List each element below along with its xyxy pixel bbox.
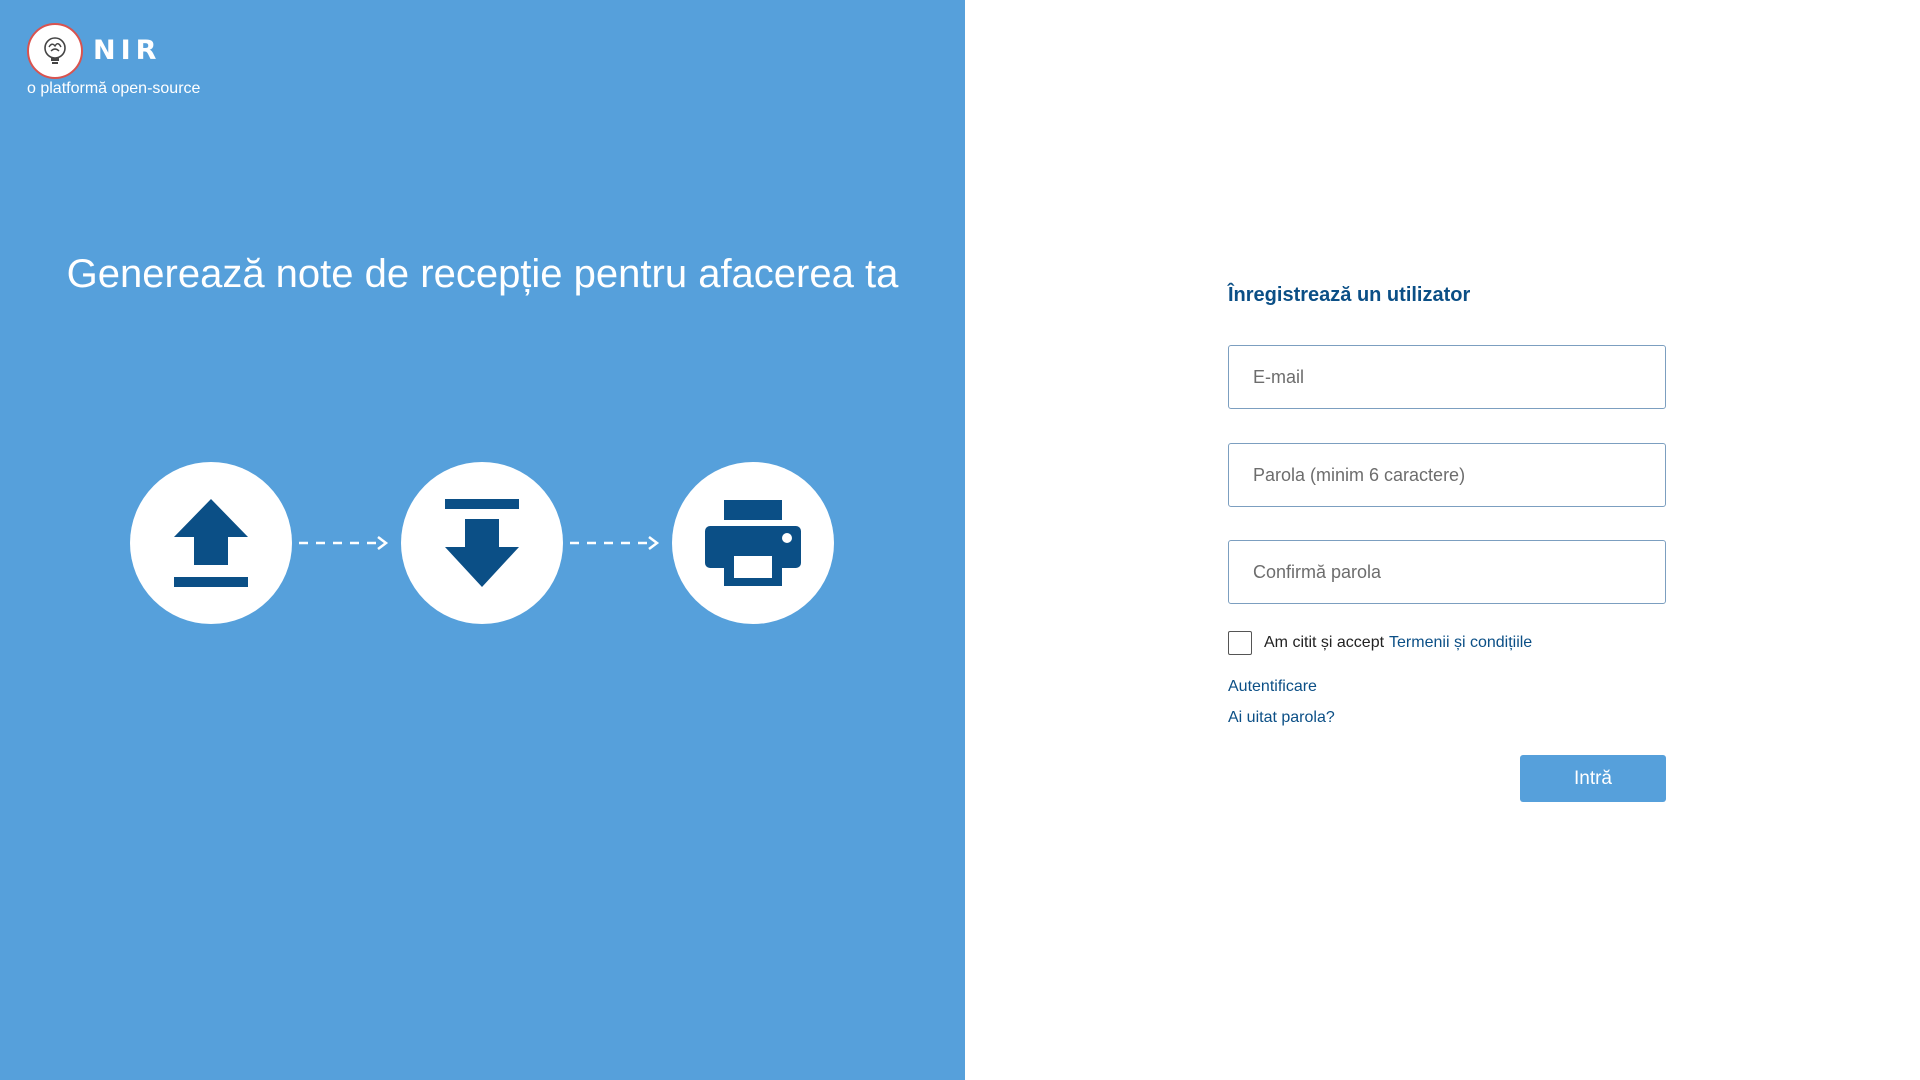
terms-text: Am citit și accept [1264, 634, 1385, 651]
dashed-arrow-icon [570, 536, 660, 550]
confirm-password-field[interactable] [1228, 540, 1666, 604]
password-field[interactable] [1228, 443, 1666, 507]
upload-step [130, 462, 292, 624]
login-link[interactable]: Autentificare [1228, 678, 1317, 696]
download-icon [445, 499, 519, 587]
hero-panel: NIR o platformă open-source Generează no… [0, 0, 965, 1080]
brand-name: NIR [93, 35, 162, 66]
dashed-arrow-icon [299, 536, 389, 550]
terms-link[interactable]: Termenii și condițiile [1389, 634, 1532, 652]
terms-row: Am citit și accept Termenii și condițiil… [1228, 630, 1532, 656]
brand-logo-icon[interactable] [27, 23, 83, 79]
email-field[interactable] [1228, 345, 1666, 409]
submit-button[interactable]: Intră [1520, 755, 1666, 802]
forgot-password-link[interactable]: Ai uitat parola? [1228, 709, 1335, 727]
download-step [401, 462, 563, 624]
upload-icon [174, 499, 248, 587]
print-step [672, 462, 834, 624]
terms-checkbox[interactable] [1228, 631, 1252, 655]
printer-icon [705, 500, 801, 586]
form-title: Înregistrează un utilizator [1228, 284, 1471, 306]
hero-headline: Generează note de recepție pentru afacer… [66, 252, 899, 296]
brand-tagline: o platformă open-source [27, 80, 201, 97]
